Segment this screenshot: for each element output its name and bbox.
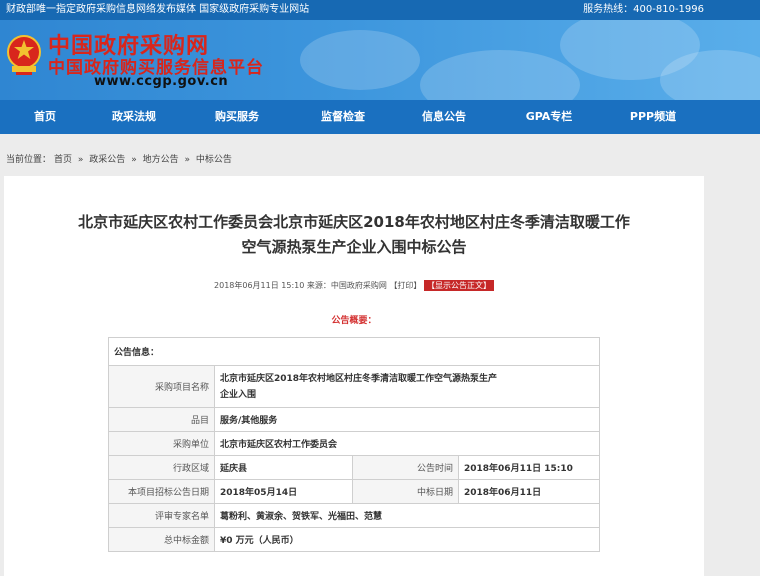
table-row: 总中标金额 ¥0 万元（人民币） [108,527,600,552]
nav-supervision[interactable]: 监督检查 [310,100,376,134]
table-row: 行政区域 延庆县 公告时间 2018年06月11日 15:10 [108,455,600,480]
article-meta: 2018年06月11日 15:10 来源：中国政府采购网 【打印】 【显示公告正… [4,280,704,291]
table-row: 评审专家名单 葛粉利、黄淑余、贺铁军、光福田、范慧 [108,503,600,528]
breadcrumb-local[interactable]: 地方公告 [143,155,179,165]
topbar-slogan: 财政部唯一指定政府采购信息网络发布媒体 国家级政府采购专业网站 [6,4,310,15]
article-source: 来源：中国政府采购网 [306,281,387,290]
announcement-info-table: 公告信息： 采购项目名称 北京市延庆区2018年农村地区村庄冬季清洁取暖工作空气… [108,337,600,552]
breadcrumb-separator: » [184,155,190,165]
article-title: 北京市延庆区农村工作委员会北京市延庆区2018年农村地区村庄冬季清洁取暖工作 空… [4,210,704,260]
header-banner: 中国政府采购网 中国政府购买服务信息平台 www.ccgp.gov.cn [0,20,760,100]
summary-heading: 公告概要： [331,316,377,326]
breadcrumb-separator: » [131,155,137,165]
purchaser-label: 采购单位 [108,431,215,456]
breadcrumb-home[interactable]: 首页 [54,155,72,165]
table-row: 采购单位 北京市延庆区农村工作委员会 [108,431,600,456]
breadcrumb-award[interactable]: 中标公告 [196,155,232,165]
main-nav: 首页 政采法规 购买服务 监督检查 信息公告 GPA专栏 PPP频道 [0,100,760,134]
table-row: 本项目招标公告日期 2018年05月14日 中标日期 2018年06月11日 [108,479,600,504]
nav-regulations[interactable]: 政采法规 [100,100,168,134]
project-name-value: 北京市延庆区2018年农村地区村庄冬季清洁取暖工作空气源热泵生产 企业入围 [214,365,600,408]
nav-ppp[interactable]: PPP频道 [620,100,686,134]
nav-purchase-services[interactable]: 购买服务 [202,100,272,134]
breadcrumb-separator: » [77,155,84,165]
national-emblem-icon [7,35,41,75]
table-row: 公告信息： [108,337,600,366]
article-title-line2: 空气源热泵生产企业入围中标公告 [241,238,467,256]
experts-value: 葛粉利、黄淑余、贺铁军、光福田、范慧 [214,503,600,528]
bid-date-value: 2018年05月14日 [214,479,353,504]
nav-gpa[interactable]: GPA专栏 [516,100,582,134]
article-title-line1: 北京市延庆区农村工作委员会北京市延庆区2018年农村地区村庄冬季清洁取暖工作 [78,213,630,231]
service-hotline: 服务热线：400-810-1996 [583,4,704,15]
district-value: 延庆县 [214,455,353,480]
category-label: 品目 [108,407,215,432]
award-date-value: 2018年06月11日 [458,479,600,504]
table-row: 品目 服务/其他服务 [108,407,600,432]
announce-time-value: 2018年06月11日 15:10 [458,455,600,480]
publish-datetime: 2018年06月11日 15:10 [214,281,305,290]
project-name-line2: 企业入围 [220,389,257,400]
experts-label: 评审专家名单 [108,503,215,528]
show-body-button[interactable]: 【显示公告正文】 [423,280,494,291]
district-label: 行政区域 [108,455,215,480]
nav-home[interactable]: 首页 [14,100,76,134]
bid-date-label: 本项目招标公告日期 [108,479,215,504]
table-row: 采购项目名称 北京市延庆区2018年农村地区村庄冬季清洁取暖工作空气源热泵生产 … [108,365,600,408]
award-date-label: 中标日期 [352,479,459,504]
amount-label: 总中标金额 [108,527,215,552]
breadcrumb-procurement[interactable]: 政采公告 [89,155,125,165]
site-url: www.ccgp.gov.cn [94,74,229,89]
category-value: 服务/其他服务 [214,407,600,432]
project-name-label: 采购项目名称 [108,365,215,408]
announce-time-label: 公告时间 [352,455,459,480]
info-heading: 公告信息： [108,337,600,366]
purchaser-value: 北京市延庆区农村工作委员会 [214,431,600,456]
amount-value: ¥0 万元（人民币） [214,527,600,552]
breadcrumb-prefix: 当前位置： [6,155,52,165]
nav-announcements[interactable]: 信息公告 [410,100,478,134]
breadcrumb: 当前位置： 首页 » 政采公告 » 地方公告 » 中标公告 [6,152,235,165]
top-info-bar: 财政部唯一指定政府采购信息网络发布媒体 国家级政府采购专业网站 服务热线：400… [0,0,760,20]
print-link[interactable]: 【打印】 [389,281,421,290]
project-name-line1: 北京市延庆区2018年农村地区村庄冬季清洁取暖工作空气源热泵生产 [220,373,498,384]
